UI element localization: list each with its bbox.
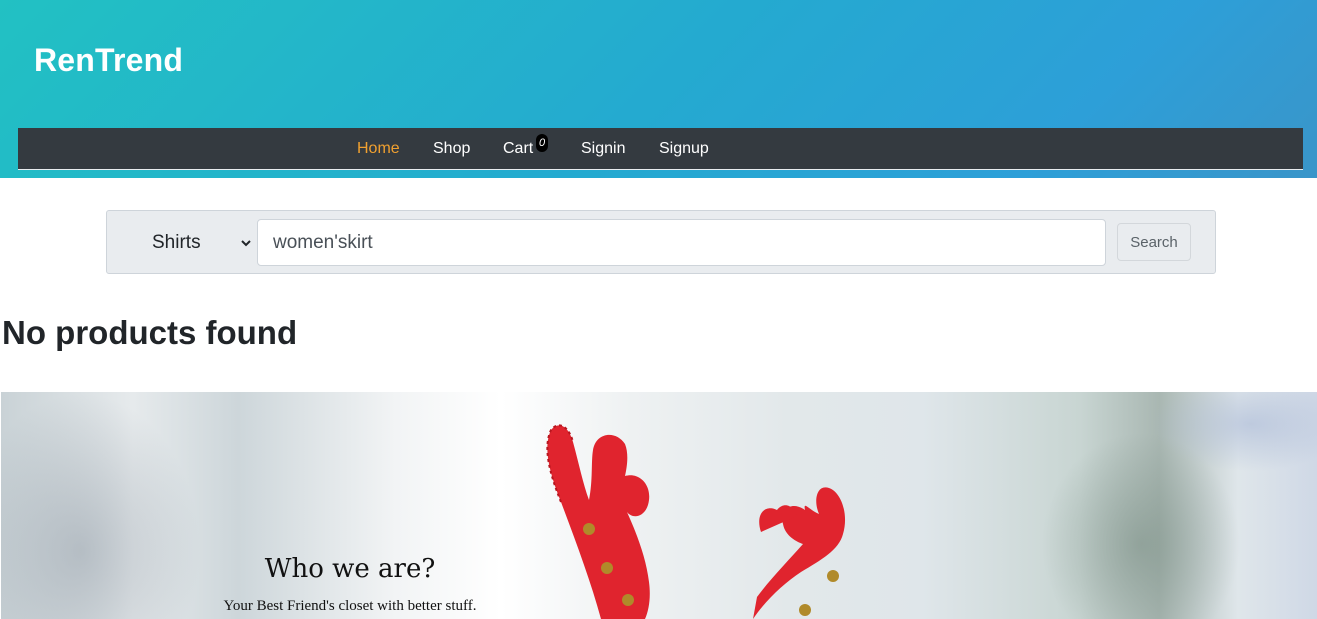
search-bar: Shirts Search bbox=[106, 210, 1216, 274]
reindeer-antlers-image bbox=[546, 424, 846, 619]
nav-item-home[interactable]: Home bbox=[357, 140, 400, 158]
hero-title: Who we are? bbox=[264, 554, 436, 584]
search-input[interactable] bbox=[257, 219, 1106, 266]
search-button[interactable]: Search bbox=[1117, 223, 1191, 261]
hero-subtitle: Your Best Friend's closet with better st… bbox=[223, 598, 477, 614]
main-navbar: Home Shop Cart 0 Signin Signup bbox=[18, 128, 1303, 170]
nav-item-signin[interactable]: Signin bbox=[581, 140, 625, 158]
nav-item-cart[interactable]: Cart bbox=[503, 140, 533, 158]
category-select-value: Shirts bbox=[152, 232, 201, 253]
chevron-down-icon bbox=[241, 240, 251, 247]
category-select[interactable]: Shirts bbox=[137, 223, 257, 263]
hero-banner: Who we are? Your Best Friend's closet wi… bbox=[1, 392, 1317, 619]
nav-item-signup[interactable]: Signup bbox=[659, 140, 709, 158]
site-header: RenTrend Home Shop Cart 0 Signin Signup bbox=[0, 0, 1317, 178]
cart-count-badge: 0 bbox=[536, 134, 548, 152]
no-products-message: No products found bbox=[2, 314, 298, 351]
nav-item-shop[interactable]: Shop bbox=[433, 140, 470, 158]
brand-logo[interactable]: RenTrend bbox=[34, 42, 183, 79]
